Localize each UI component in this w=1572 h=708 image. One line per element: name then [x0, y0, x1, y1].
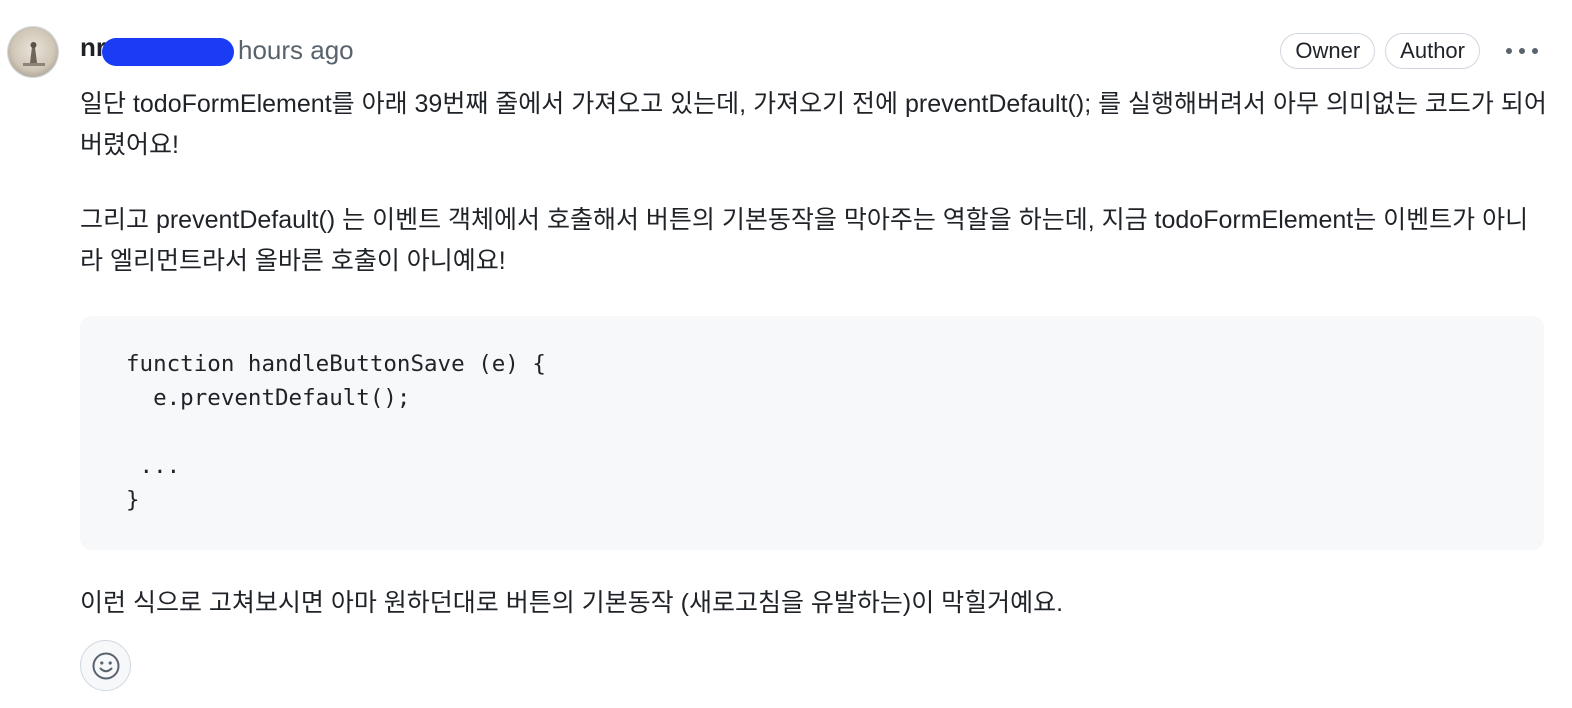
kebab-horizontal-icon	[1506, 48, 1538, 54]
smiley-icon	[92, 652, 119, 679]
comment-paragraph: 이런 식으로 고쳐보시면 아마 원하던대로 버튼의 기본동작 (새로고침을 유발…	[80, 589, 1064, 617]
add-reaction-button[interactable]	[80, 640, 131, 691]
code-block: function handleButtonSave (e) { e.preven…	[80, 316, 1544, 550]
owner-badge: Owner	[1280, 33, 1376, 69]
redaction-overlay	[102, 38, 234, 66]
comment-paragraph: 그리고 preventDefault() 는 이벤트 객체에서 호출해서 버튼의…	[80, 206, 1529, 275]
timestamp[interactable]: hours ago	[238, 35, 354, 66]
header-actions: Owner Author	[1280, 33, 1544, 69]
avatar[interactable]	[8, 27, 58, 77]
code-content: function handleButtonSave (e) { e.preven…	[126, 351, 546, 513]
comment-paragraph: 일단 todoFormElement를 아래 39번째 줄에서 가져오고 있는데…	[80, 90, 1547, 159]
comment-header: nr hours ago	[80, 32, 354, 68]
more-options-button[interactable]	[1500, 33, 1544, 69]
author-badge: Author	[1385, 33, 1480, 69]
avatar-image	[8, 27, 58, 77]
